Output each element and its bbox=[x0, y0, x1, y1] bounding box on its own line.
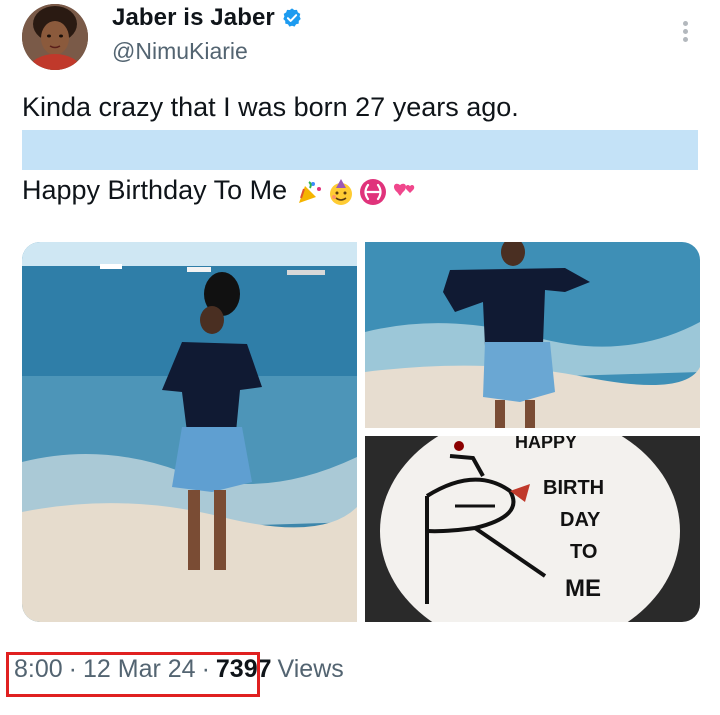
partying-face-icon bbox=[330, 178, 353, 205]
cake-text-birth: BIRTH bbox=[543, 477, 604, 499]
handle[interactable]: @NimuKiarie bbox=[112, 38, 248, 65]
media-grid: HAPPY BIRTH DAY TO ME bbox=[22, 242, 700, 622]
avatar[interactable] bbox=[22, 4, 88, 70]
cake-text-me: ME bbox=[565, 575, 601, 602]
tweet-text-line-2: Happy Birthday To Me bbox=[22, 175, 419, 206]
beach-photo-1[interactable] bbox=[22, 242, 357, 622]
author-row: Jaber is Jaber bbox=[112, 4, 303, 32]
two-hearts-icon bbox=[394, 183, 415, 196]
annotation-box bbox=[6, 652, 260, 697]
party-popper-icon bbox=[299, 181, 322, 203]
display-name[interactable]: Jaber is Jaber bbox=[112, 4, 275, 32]
beach-photo-2[interactable] bbox=[365, 242, 700, 428]
highlight-bar bbox=[22, 130, 698, 170]
tweet-text-line-1: Kinda crazy that I was born 27 years ago… bbox=[22, 92, 519, 122]
verified-badge-icon bbox=[283, 8, 301, 27]
cake-text-to: TO bbox=[570, 541, 597, 563]
pisces-icon bbox=[360, 178, 387, 205]
more-options-icon[interactable] bbox=[676, 18, 694, 46]
views-label: Views bbox=[277, 655, 344, 683]
cake-photo[interactable]: HAPPY BIRTH DAY TO ME bbox=[365, 436, 700, 622]
tweet-text-birthday: Happy Birthday To Me bbox=[22, 175, 288, 205]
cake-text-day: DAY bbox=[560, 509, 601, 531]
emoji-group bbox=[295, 178, 419, 206]
cake-text-happy: HAPPY bbox=[515, 436, 577, 452]
